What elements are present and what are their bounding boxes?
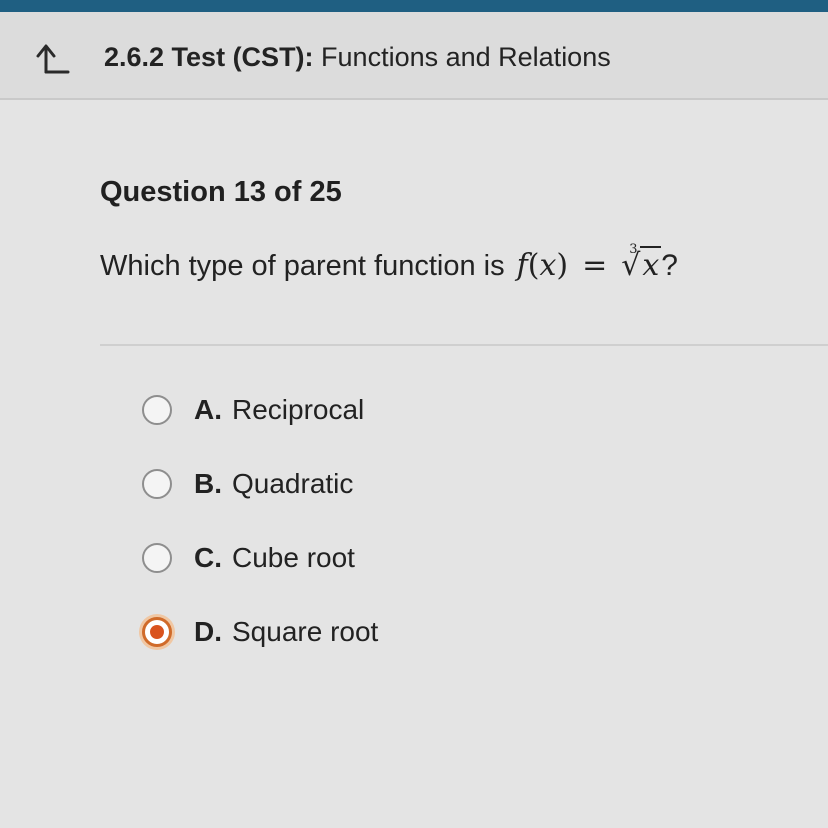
- top-color-bar: [0, 0, 828, 12]
- radio-button-selected[interactable]: [142, 617, 172, 647]
- option-text: Quadratic: [232, 468, 354, 499]
- answer-option-a[interactable]: A. Reciprocal: [142, 388, 364, 432]
- question-prompt-text: Which type of parent function is: [100, 250, 505, 282]
- answer-option-d[interactable]: D. Square root: [142, 610, 378, 654]
- option-text: Cube root: [232, 542, 355, 573]
- math-function-name: f: [516, 248, 528, 283]
- root-index: 3: [629, 242, 638, 257]
- cube-root: 3 √x: [621, 242, 662, 283]
- option-text: Reciprocal: [232, 394, 365, 425]
- answer-option-c[interactable]: C. Cube root: [142, 536, 355, 580]
- math-expression: f(x) = 3 √x?: [516, 242, 678, 283]
- option-letter: D.: [194, 616, 222, 647]
- question-prompt: Which type of parent function is f(x) = 3 √…: [100, 242, 678, 283]
- question-panel: Question 13 of 25 Which type of parent f…: [0, 100, 828, 828]
- option-text: Square root: [232, 616, 379, 647]
- radio-button[interactable]: [142, 469, 172, 499]
- option-letter: B.: [194, 468, 222, 499]
- answer-option-b[interactable]: B. Quadratic: [142, 462, 353, 506]
- up-arrow-back-icon[interactable]: [34, 40, 74, 76]
- page-title: 2.6.2 Test (CST): Functions and Relation…: [104, 42, 611, 73]
- math-left-paren: (: [527, 248, 540, 283]
- page-title-topic: Functions and Relations: [313, 42, 611, 72]
- option-letter: A.: [194, 394, 222, 425]
- math-variable: x: [539, 248, 557, 283]
- math-equals: =: [582, 248, 608, 283]
- radio-button[interactable]: [142, 543, 172, 573]
- radio-button[interactable]: [142, 395, 172, 425]
- question-mark: ?: [661, 249, 678, 282]
- question-number: Question 13 of 25: [100, 176, 342, 208]
- option-letter: C.: [194, 542, 222, 573]
- page-title-test-name: 2.6.2 Test (CST):: [104, 42, 314, 72]
- radicand: x: [640, 246, 662, 283]
- header-bar: 2.6.2 Test (CST): Functions and Relation…: [0, 12, 828, 100]
- divider: [100, 344, 828, 346]
- math-right-paren: ): [556, 248, 569, 283]
